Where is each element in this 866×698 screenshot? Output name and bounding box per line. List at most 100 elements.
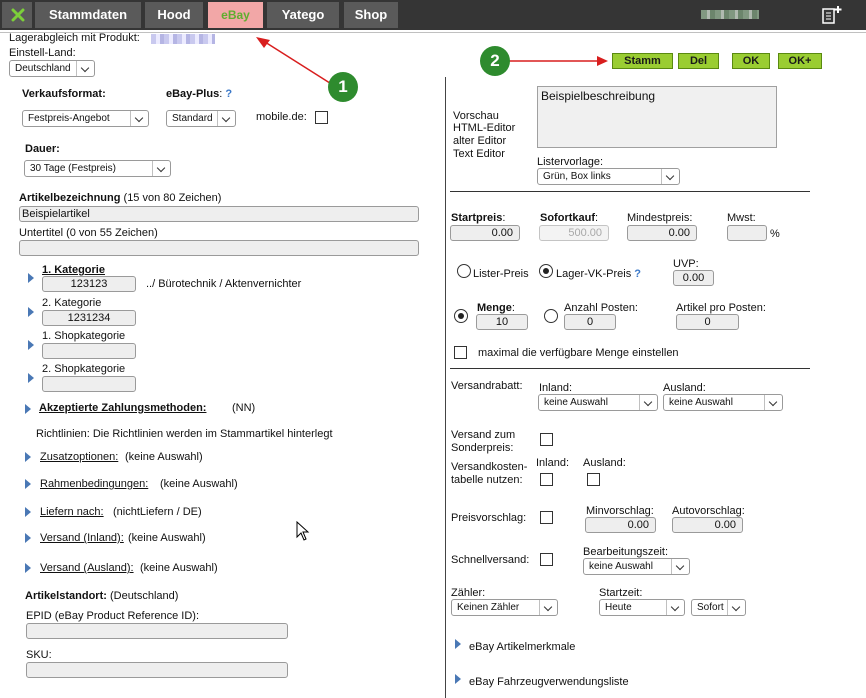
anzahl-posten-label: Anzahl Posten: [564, 302, 638, 314]
ebay-plus-select[interactable]: Standard [166, 110, 236, 127]
listervorlage-select[interactable]: Grün, Box links [537, 168, 680, 185]
startpreis-input[interactable]: 0.00 [450, 225, 520, 241]
ebay-plus-label: eBay-Plus [166, 88, 220, 100]
artikelstandort-label: Artikelstandort: [25, 590, 107, 602]
kategorie-1-input[interactable]: 123123 [42, 276, 136, 292]
untertitel-input[interactable] [19, 240, 419, 256]
expand-triangle-icon[interactable] [25, 533, 31, 543]
lister-preis-radio[interactable] [457, 264, 471, 278]
shopkategorie-1-input[interactable] [42, 343, 136, 359]
fahrzeugverwendungsliste-link[interactable]: eBay Fahrzeugverwendungsliste [469, 676, 629, 688]
lager-vk-preis-label: Lager-VK-Preis [556, 268, 632, 280]
lager-vk-preis-radio[interactable] [539, 264, 553, 278]
rabatt-ausland-select[interactable]: keine Auswahl [663, 394, 783, 411]
mobile-de-checkbox[interactable] [315, 111, 328, 124]
liefern-nach-value: (nichtLiefern / DE) [113, 506, 202, 518]
artikelbezeichnung-input[interactable]: Beispielartikel [19, 206, 419, 222]
mobile-de-label: mobile.de: [256, 111, 307, 123]
epid-input[interactable] [26, 623, 288, 639]
zaehler-select[interactable]: Keinen Zähler [451, 599, 558, 616]
anzahl-posten-input[interactable]: 0 [564, 314, 616, 330]
editor-link-alter[interactable]: alter Editor [453, 135, 506, 147]
dauer-select[interactable]: 30 Tage (Festpreis) [24, 160, 171, 177]
description-textarea[interactable]: Beispielbeschreibung [537, 86, 777, 148]
editor-link-html[interactable]: HTML-Editor [453, 122, 515, 134]
shopkategorie-2-input[interactable] [42, 376, 136, 392]
expand-triangle-icon[interactable] [25, 479, 31, 489]
autovorschlag-label: Autovorschlag: [672, 505, 745, 517]
kategorie-1-label: 1. Kategorie [42, 264, 105, 276]
versand-inland-value: (keine Auswahl) [128, 532, 206, 544]
ebay-plus-help-icon[interactable]: ? [225, 88, 232, 100]
sonderpreis-checkbox[interactable] [540, 433, 553, 446]
menge-radio[interactable] [454, 309, 468, 323]
autovorschlag-input[interactable]: 0.00 [672, 517, 743, 533]
menge-input[interactable]: 10 [476, 314, 528, 330]
expand-triangle-icon[interactable] [28, 307, 34, 317]
del-button[interactable]: Del [678, 53, 719, 69]
zaehler-label: Zähler: [451, 587, 486, 599]
lister-preis-label: Lister-Preis [473, 268, 529, 280]
expand-triangle-icon[interactable] [25, 452, 31, 462]
verkaufsformat-select[interactable]: Festpreis-Angebot [22, 110, 149, 127]
preisvorschlag-checkbox[interactable] [540, 511, 553, 524]
vktabelle-ausland-checkbox[interactable] [587, 473, 600, 486]
expand-triangle-icon[interactable] [28, 340, 34, 350]
bearbeitungszeit-select[interactable]: keine Auswahl [583, 558, 690, 575]
versand-inland-link[interactable]: Versand (Inland): [40, 532, 124, 544]
bearbeitungszeit-label: Bearbeitungszeit: [583, 546, 668, 558]
annotation-badge-1: 1 [328, 72, 358, 102]
vktabelle-inland-checkbox[interactable] [540, 473, 553, 486]
shopkategorie-1-label: 1. Shopkategorie [42, 330, 126, 342]
mwst-unit: % [770, 228, 780, 240]
chevron-down-icon [152, 161, 170, 176]
kategorie-2-input[interactable]: 1231234 [42, 310, 136, 326]
artikelbezeichnung-label-wrap: Artikelbezeichnung (15 von 80 Zeichen) [19, 192, 221, 204]
dauer-label: Dauer: [25, 143, 60, 155]
zusatzoptionen-link[interactable]: Zusatzoptionen: [40, 451, 118, 463]
editor-link-vorschau[interactable]: Vorschau [453, 110, 499, 122]
startzeit-time-value: Sofort [697, 602, 724, 613]
minvorschlag-label: Minvorschlag: [586, 505, 654, 517]
dauer-value: 30 Tage (Festpreis) [30, 163, 116, 174]
artikel-pro-posten-input[interactable]: 0 [676, 314, 739, 330]
max-menge-checkbox[interactable] [454, 346, 467, 359]
expand-triangle-icon[interactable] [455, 674, 461, 684]
richtlinien-text: Richtlinien: Die Richtlinien werden im S… [36, 428, 333, 440]
zahlungsmethoden-link[interactable]: Akzeptierte Zahlungsmethoden: [39, 402, 206, 414]
editor-link-text[interactable]: Text Editor [453, 148, 505, 160]
startzeit-time-select[interactable]: Sofort [691, 599, 746, 616]
kategorie-2-label: 2. Kategorie [42, 297, 102, 309]
expand-triangle-icon[interactable] [28, 373, 34, 383]
artikelstandort-value: (Deutschland) [109, 590, 179, 602]
artikelmerkmale-link[interactable]: eBay Artikelmerkmale [469, 641, 575, 653]
sku-input[interactable] [26, 662, 288, 678]
kategorie-1-path: ../ Bürotechnik / Aktenvernichter [146, 278, 302, 290]
mindestpreis-input[interactable]: 0.00 [627, 225, 697, 241]
artikel-pro-posten-label: Artikel pro Posten: [676, 302, 766, 314]
sofortkauf-input[interactable]: 500.00 [539, 225, 609, 241]
expand-triangle-icon[interactable] [455, 639, 461, 649]
rahmenbedingungen-link[interactable]: Rahmenbedingungen: [40, 478, 148, 490]
startpreis-label: Startpreis [451, 212, 503, 224]
ok-plus-button[interactable]: OK+ [778, 53, 822, 69]
minvorschlag-input[interactable]: 0.00 [585, 517, 656, 533]
expand-triangle-icon[interactable] [25, 404, 31, 414]
versand-ausland-link[interactable]: Versand (Ausland): [40, 562, 134, 574]
startzeit-day-select[interactable]: Heute [599, 599, 685, 616]
menge-label-wrap: Menge: [477, 302, 515, 314]
zusatzoptionen-value: (keine Auswahl) [125, 451, 203, 463]
uvp-input[interactable]: 0.00 [673, 270, 714, 286]
stamm-button[interactable]: Stamm [612, 53, 673, 69]
schnellversand-checkbox[interactable] [540, 553, 553, 566]
lager-vk-help-icon[interactable]: ? [634, 268, 641, 280]
liefern-nach-link[interactable]: Liefern nach: [40, 506, 104, 518]
ebay-plus-value: Standard [172, 113, 213, 124]
rabatt-inland-select[interactable]: keine Auswahl [538, 394, 658, 411]
mwst-input[interactable] [727, 225, 767, 241]
expand-triangle-icon[interactable] [25, 563, 31, 573]
expand-triangle-icon[interactable] [25, 507, 31, 517]
anzahl-posten-radio[interactable] [544, 309, 558, 323]
ok-button[interactable]: OK [732, 53, 770, 69]
expand-triangle-icon[interactable] [28, 273, 34, 283]
